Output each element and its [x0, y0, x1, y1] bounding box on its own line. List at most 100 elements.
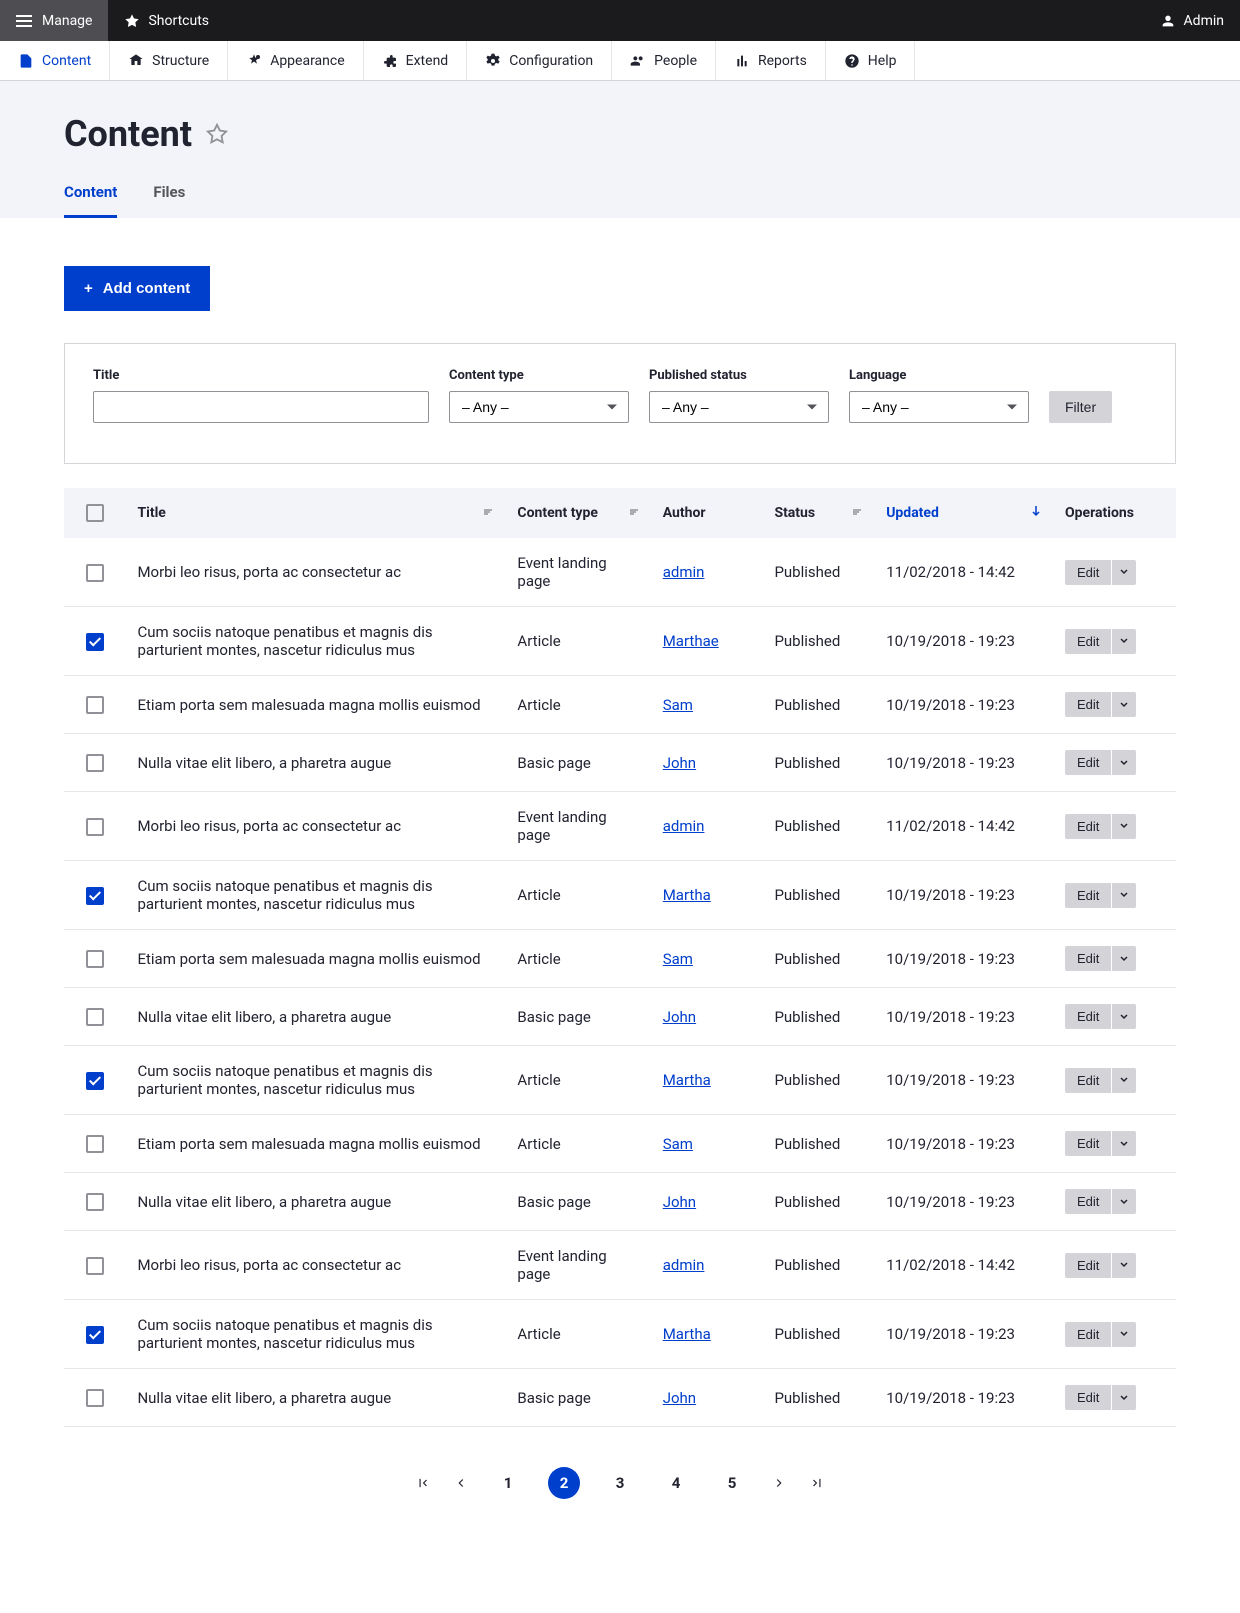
adminmenu-item-help[interactable]: Help — [826, 41, 916, 80]
adminmenu-item-extend[interactable]: Extend — [364, 41, 468, 80]
row-checkbox[interactable] — [86, 696, 104, 714]
operations-dropdown[interactable] — [1112, 560, 1136, 585]
manage-menu[interactable]: Manage — [0, 0, 108, 41]
edit-button[interactable]: Edit — [1065, 1253, 1111, 1278]
filter-published-select[interactable]: – Any – — [649, 391, 829, 423]
row-checkbox[interactable] — [86, 1326, 104, 1344]
th-author: Author — [651, 488, 763, 538]
author-link[interactable]: Marthae — [663, 632, 719, 650]
th-updated[interactable]: Updated — [874, 488, 1053, 538]
filter-button[interactable]: Filter — [1049, 391, 1112, 423]
filter-title-input[interactable] — [93, 391, 429, 423]
edit-button[interactable]: Edit — [1065, 629, 1111, 654]
row-checkbox[interactable] — [86, 564, 104, 582]
row-checkbox[interactable] — [86, 1389, 104, 1407]
author-link[interactable]: John — [663, 1389, 696, 1407]
table-row: Nulla vitae elit libero, a pharetra augu… — [64, 1369, 1176, 1427]
author-link[interactable]: John — [663, 1008, 696, 1026]
table-row: Nulla vitae elit libero, a pharetra augu… — [64, 988, 1176, 1046]
cell-title: Etiam porta sem malesuada magna mollis e… — [125, 676, 505, 734]
admin-label: Admin — [1184, 13, 1224, 29]
page-last[interactable] — [810, 1476, 824, 1490]
cell-title: Nulla vitae elit libero, a pharetra augu… — [125, 734, 505, 792]
operations-dropdown[interactable] — [1112, 946, 1136, 971]
page-next[interactable] — [772, 1476, 786, 1490]
page-1[interactable]: 1 — [492, 1467, 524, 1499]
select-all-checkbox[interactable] — [86, 504, 104, 522]
row-checkbox[interactable] — [86, 1135, 104, 1153]
operations-dropdown[interactable] — [1112, 1068, 1136, 1093]
row-checkbox[interactable] — [86, 1008, 104, 1026]
author-link[interactable]: John — [663, 754, 696, 772]
cell-updated: 10/19/2018 - 19:23 — [874, 930, 1053, 988]
page-4[interactable]: 4 — [660, 1467, 692, 1499]
author-link[interactable]: John — [663, 1193, 696, 1211]
author-link[interactable]: Martha — [663, 1071, 711, 1089]
page-3[interactable]: 3 — [604, 1467, 636, 1499]
adminmenu-item-structure[interactable]: Structure — [110, 41, 228, 80]
edit-button[interactable]: Edit — [1065, 750, 1111, 775]
operations-dropdown[interactable] — [1112, 1385, 1136, 1410]
th-content-type[interactable]: Content type — [505, 488, 650, 538]
edit-button[interactable]: Edit — [1065, 1385, 1111, 1410]
filter-type-select[interactable]: – Any – — [449, 391, 629, 423]
row-checkbox[interactable] — [86, 633, 104, 651]
author-link[interactable]: admin — [663, 1256, 705, 1274]
row-checkbox[interactable] — [86, 1072, 104, 1090]
edit-button[interactable]: Edit — [1065, 1322, 1111, 1347]
page-5[interactable]: 5 — [716, 1467, 748, 1499]
shortcuts-menu[interactable]: Shortcuts — [108, 0, 225, 41]
adminmenu-item-appearance[interactable]: Appearance — [228, 41, 363, 80]
add-content-button[interactable]: + Add content — [64, 266, 210, 311]
operations-dropdown[interactable] — [1112, 883, 1136, 908]
author-link[interactable]: Martha — [663, 1325, 711, 1343]
th-status[interactable]: Status — [762, 488, 874, 538]
cell-title: Nulla vitae elit libero, a pharetra augu… — [125, 1369, 505, 1427]
operations-dropdown[interactable] — [1112, 1131, 1136, 1156]
adminmenu-item-configuration[interactable]: Configuration — [467, 41, 612, 80]
th-title[interactable]: Title — [125, 488, 505, 538]
author-link[interactable]: Sam — [663, 950, 693, 968]
operations-dropdown[interactable] — [1112, 629, 1136, 654]
operations-dropdown[interactable] — [1112, 814, 1136, 839]
edit-button[interactable]: Edit — [1065, 692, 1111, 717]
operations-dropdown[interactable] — [1112, 1004, 1136, 1029]
operations-dropdown[interactable] — [1112, 1253, 1136, 1278]
operations-dropdown[interactable] — [1112, 1189, 1136, 1214]
author-link[interactable]: Martha — [663, 886, 711, 904]
star-outline-icon[interactable] — [206, 123, 228, 145]
edit-button[interactable]: Edit — [1065, 1004, 1111, 1029]
adminmenu-item-reports[interactable]: Reports — [716, 41, 826, 80]
edit-button[interactable]: Edit — [1065, 1189, 1111, 1214]
table-body: Morbi leo risus, porta ac consectetur ac… — [64, 538, 1176, 1427]
operations-dropdown[interactable] — [1112, 1322, 1136, 1347]
row-checkbox[interactable] — [86, 818, 104, 836]
admin-user-menu[interactable]: Admin — [1160, 13, 1224, 29]
page-2[interactable]: 2 — [548, 1467, 580, 1499]
row-checkbox[interactable] — [86, 1257, 104, 1275]
author-link[interactable]: admin — [663, 563, 705, 581]
adminmenu-item-people[interactable]: People — [612, 41, 716, 80]
chevron-down-icon — [1119, 1075, 1129, 1085]
edit-button[interactable]: Edit — [1065, 1131, 1111, 1156]
tab-files[interactable]: Files — [153, 183, 185, 218]
author-link[interactable]: Sam — [663, 696, 693, 714]
edit-button[interactable]: Edit — [1065, 560, 1111, 585]
edit-button[interactable]: Edit — [1065, 946, 1111, 971]
author-link[interactable]: Sam — [663, 1135, 693, 1153]
adminmenu-item-content[interactable]: Content — [0, 41, 110, 80]
operations-dropdown[interactable] — [1112, 750, 1136, 775]
page-first[interactable] — [416, 1476, 430, 1490]
operations-dropdown[interactable] — [1112, 692, 1136, 717]
row-checkbox[interactable] — [86, 754, 104, 772]
edit-button[interactable]: Edit — [1065, 883, 1111, 908]
filter-language-select[interactable]: – Any – — [849, 391, 1029, 423]
edit-button[interactable]: Edit — [1065, 814, 1111, 839]
tab-content[interactable]: Content — [64, 183, 117, 218]
author-link[interactable]: admin — [663, 817, 705, 835]
edit-button[interactable]: Edit — [1065, 1068, 1111, 1093]
row-checkbox[interactable] — [86, 887, 104, 905]
page-prev[interactable] — [454, 1476, 468, 1490]
row-checkbox[interactable] — [86, 950, 104, 968]
row-checkbox[interactable] — [86, 1193, 104, 1211]
